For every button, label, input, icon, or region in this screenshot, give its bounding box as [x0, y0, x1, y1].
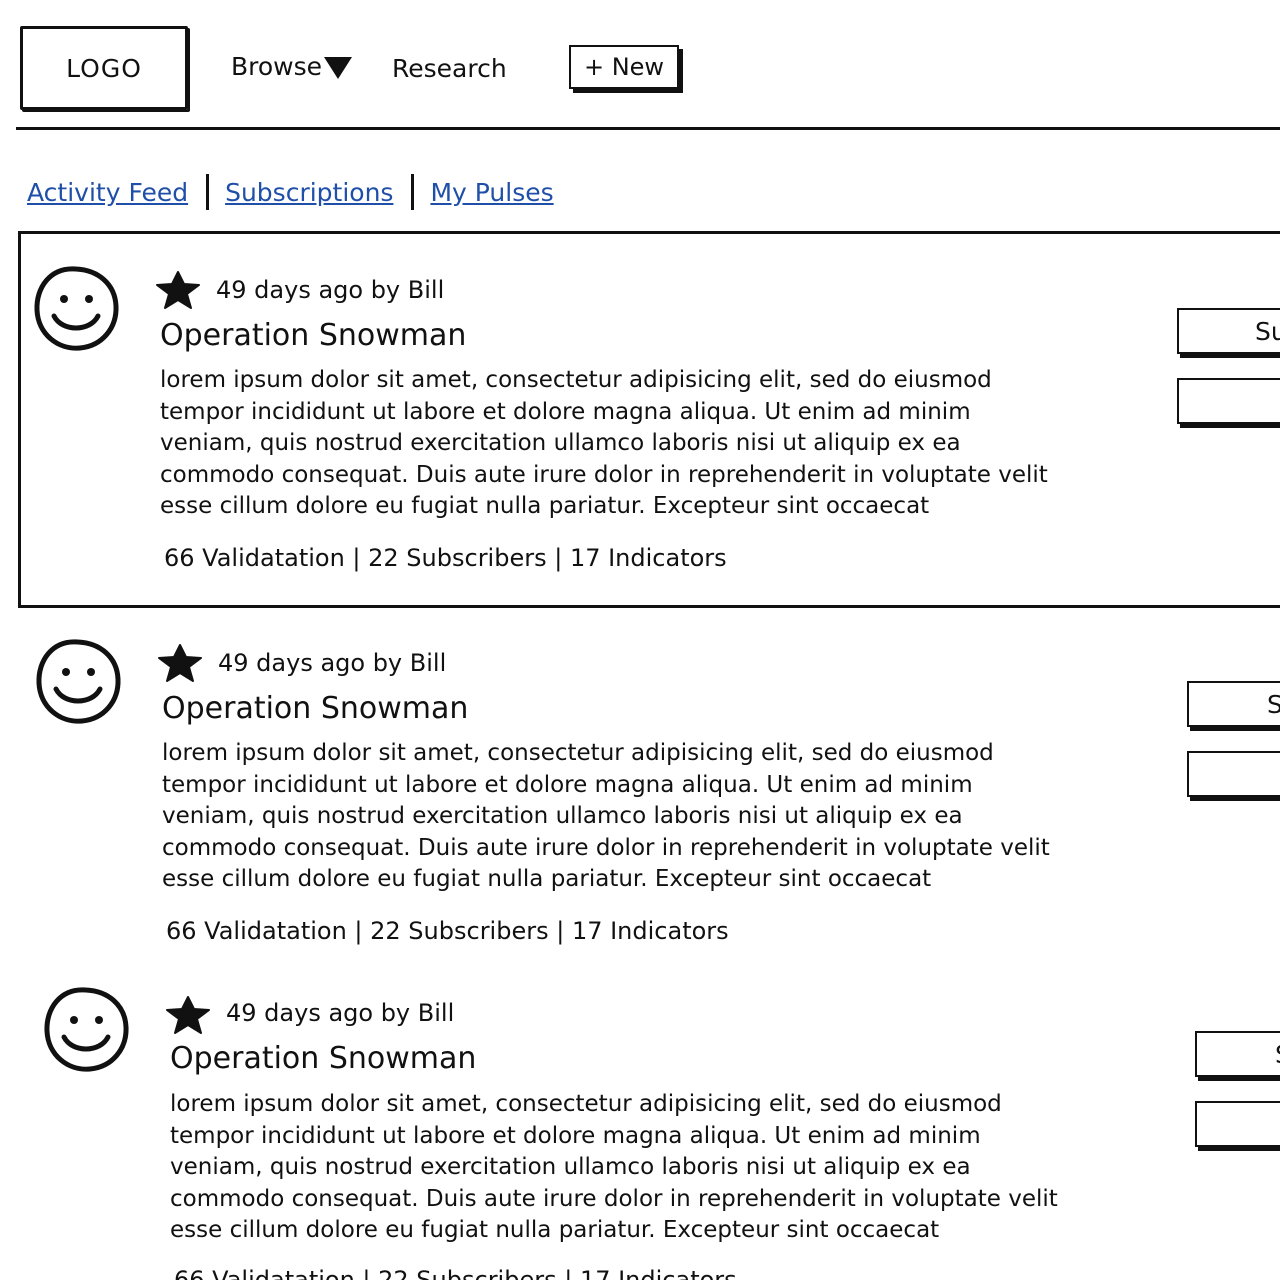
tab-separator: [206, 174, 210, 210]
secondary-action-button[interactable]: [1187, 751, 1280, 797]
pulse-title[interactable]: Operation Snowman: [170, 1041, 476, 1076]
new-button[interactable]: + New: [569, 45, 679, 89]
pulse-description: lorem ipsum dolor sit amet, consectetur …: [170, 1091, 1058, 1243]
pulse-stats: 66 Validatation | 22 Subscribers | 17 In…: [164, 544, 727, 572]
star-icon[interactable]: [157, 643, 203, 683]
post-meta: 49 days ago by Bill: [218, 649, 447, 677]
secondary-action-button[interactable]: [1177, 378, 1280, 424]
star-icon[interactable]: [155, 270, 201, 310]
tab-subscriptions[interactable]: Subscriptions: [225, 178, 393, 207]
subscribe-button[interactable]: S: [1187, 681, 1280, 727]
tab-activity-feed[interactable]: Activity Feed: [27, 178, 188, 207]
pulse-title[interactable]: Operation Snowman: [162, 691, 468, 726]
pulse-description: lorem ipsum dolor sit amet, consectetur …: [160, 367, 1048, 519]
smiley-face-icon: [34, 266, 119, 351]
pulse-stats: 66 Validatation | 22 Subscribers | 17 In…: [166, 917, 729, 945]
logo-text: LOGO: [66, 53, 142, 83]
smiley-face-icon: [44, 987, 129, 1072]
page: LOGO Browse Research + New Activity Feed…: [0, 0, 1280, 1280]
subscribe-button[interactable]: S: [1195, 1031, 1280, 1077]
browse-menu[interactable]: Browse: [231, 52, 353, 81]
pulse-stats: 66 Validatation | 22 Subscribers | 17 In…: [174, 1266, 737, 1280]
tab-separator: [411, 174, 415, 210]
smiley-face-icon: [36, 639, 121, 724]
header-divider: [16, 127, 1280, 130]
research-link[interactable]: Research: [392, 54, 507, 83]
subscribe-button[interactable]: Su: [1177, 308, 1280, 354]
pulse-description: lorem ipsum dolor sit amet, consectetur …: [162, 740, 1050, 892]
star-icon[interactable]: [165, 995, 211, 1035]
post-meta: 49 days ago by Bill: [216, 276, 445, 304]
caret-down-icon: [324, 56, 353, 79]
logo[interactable]: LOGO: [20, 26, 188, 110]
post-meta: 49 days ago by Bill: [226, 999, 455, 1027]
browse-label: Browse: [231, 52, 323, 81]
secondary-action-button[interactable]: [1195, 1101, 1280, 1147]
pulse-title[interactable]: Operation Snowman: [160, 318, 466, 353]
tab-my-pulses[interactable]: My Pulses: [430, 178, 553, 207]
feed-tabs: Activity Feed Subscriptions My Pulses: [27, 174, 554, 210]
